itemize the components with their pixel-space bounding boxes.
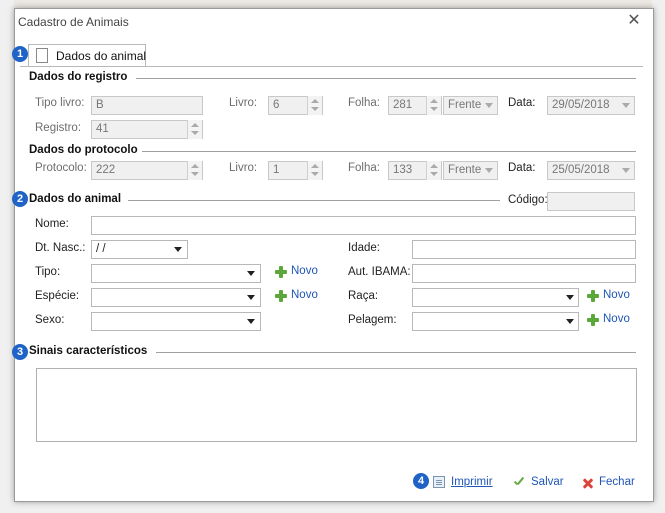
especie-label: Espécie: xyxy=(35,290,80,302)
close-x-icon[interactable] xyxy=(582,477,594,489)
dt-nasc-label: Dt. Nasc.: xyxy=(35,242,86,254)
folha-label: Folha: xyxy=(348,97,380,109)
salvar-button[interactable]: Salvar xyxy=(531,476,564,488)
plus-icon[interactable] xyxy=(587,314,599,326)
chevron-down-icon[interactable] xyxy=(243,264,259,283)
plus-icon[interactable] xyxy=(275,266,287,278)
divider xyxy=(142,151,636,152)
raca-label: Raça: xyxy=(348,290,379,302)
check-icon[interactable] xyxy=(513,476,525,488)
tipo-select[interactable] xyxy=(91,264,261,283)
folha-stepper xyxy=(426,96,441,115)
section-title-animal: Dados do animal xyxy=(29,193,122,205)
nome-input[interactable] xyxy=(91,216,636,235)
sexo-label: Sexo: xyxy=(35,314,65,326)
background-app-left xyxy=(0,0,14,513)
codigo-field xyxy=(547,192,635,211)
plus-icon[interactable] xyxy=(587,290,599,302)
raca-select[interactable] xyxy=(412,288,579,307)
chevron-down-icon[interactable] xyxy=(562,312,578,331)
pelagem-select[interactable] xyxy=(412,312,579,331)
livro-label: Livro: xyxy=(229,162,258,174)
tab-label: Dados do animal xyxy=(56,49,147,63)
protocolo-label: Protocolo: xyxy=(35,162,87,174)
chevron-down-icon xyxy=(618,96,634,115)
divider xyxy=(128,200,500,201)
printer-icon[interactable] xyxy=(433,476,445,488)
window-title: Cadastro de Animais xyxy=(18,15,129,29)
tipo-livro-label: Tipo livro: xyxy=(35,97,85,109)
chevron-down-icon xyxy=(481,96,497,115)
badge-1: 1 xyxy=(12,46,28,62)
idade-label: Idade: xyxy=(348,242,380,254)
background-app xyxy=(0,0,665,8)
data-label: Data: xyxy=(508,162,536,174)
chevron-down-icon[interactable] xyxy=(243,288,259,307)
chevron-down-icon xyxy=(618,161,634,180)
imprimir-button[interactable]: Imprimir xyxy=(451,476,493,488)
nome-label: Nome: xyxy=(35,218,69,230)
registro-stepper xyxy=(187,120,202,139)
tipo-livro-field: B xyxy=(91,96,203,115)
pelagem-label: Pelagem: xyxy=(348,314,397,326)
especie-select[interactable] xyxy=(91,288,261,307)
pelagem-novo-link[interactable]: Novo xyxy=(603,313,630,325)
sexo-select[interactable] xyxy=(91,312,261,331)
section-title-sinais: Sinais característicos xyxy=(29,345,148,357)
data-label: Data: xyxy=(508,97,536,109)
tipo-novo-link[interactable]: Novo xyxy=(291,265,318,277)
badge-4: 4 xyxy=(413,473,429,489)
aut-ibama-label: Aut. IBAMA: xyxy=(348,266,411,278)
livro-stepper xyxy=(307,161,322,180)
fechar-button[interactable]: Fechar xyxy=(599,476,635,488)
plus-icon[interactable] xyxy=(275,290,287,302)
folha-stepper xyxy=(426,161,441,180)
livro-stepper xyxy=(307,96,322,115)
badge-2: 2 xyxy=(12,191,28,207)
tipo-label: Tipo: xyxy=(35,266,61,278)
registro-label: Registro: xyxy=(35,122,82,134)
livro-label: Livro: xyxy=(229,97,258,109)
especie-novo-link[interactable]: Novo xyxy=(291,289,318,301)
protocolo-stepper xyxy=(187,161,202,180)
chevron-down-icon xyxy=(481,161,497,180)
document-icon xyxy=(36,48,48,63)
aut-ibama-input[interactable] xyxy=(412,264,636,283)
divider xyxy=(156,352,636,353)
divider xyxy=(136,78,636,79)
raca-novo-link[interactable]: Novo xyxy=(603,289,630,301)
idade-input[interactable] xyxy=(412,240,636,259)
section-title-protocolo: Dados do protocolo xyxy=(29,144,138,156)
chevron-down-icon[interactable] xyxy=(562,288,578,307)
close-icon[interactable]: ✕ xyxy=(625,12,643,30)
section-title-registro: Dados do registro xyxy=(29,71,128,83)
sinais-textarea[interactable] xyxy=(36,368,637,442)
chevron-down-icon[interactable] xyxy=(243,312,259,331)
folha-label: Folha: xyxy=(348,162,380,174)
chevron-down-icon[interactable] xyxy=(170,240,186,259)
codigo-label: Código: xyxy=(508,194,548,206)
badge-3: 3 xyxy=(12,344,28,360)
